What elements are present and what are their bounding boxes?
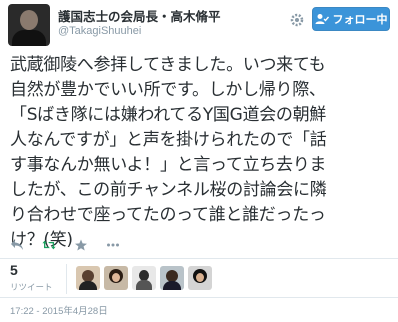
divider	[0, 258, 398, 259]
tweet-line: 自然が豊かでいい所です。しかし帰り際、	[10, 80, 326, 100]
divider	[0, 297, 398, 298]
tweet-header: 護国志士の会局長・高木脩平 @TakagiShuuhei フォロー中	[0, 0, 398, 48]
retweeter-avatars	[76, 266, 212, 290]
favorite-icon[interactable]	[74, 239, 88, 251]
user-check-icon	[315, 14, 329, 24]
retweeter-avatar[interactable]	[132, 266, 156, 290]
avatar[interactable]	[8, 4, 50, 46]
retweet-count-label: リツイート	[10, 283, 53, 293]
following-button[interactable]: フォロー中	[312, 7, 390, 31]
avatar-head	[20, 10, 38, 30]
tweet-line: り合わせで座ってたのって誰と誰だったっ	[10, 205, 326, 225]
display-name[interactable]: 護国志士の会局長・高木脩平	[58, 6, 221, 25]
tweet-text: 武蔵御陵へ参拝してきました。いつ来ても 自然が豊かでいい所です。しかし帰り際、 …	[10, 53, 395, 253]
more-icon[interactable]	[106, 239, 120, 251]
tweet-stats: 5 リツイート	[10, 262, 390, 298]
tweet-line: したが、この前チャンネル桜の討論会に隣	[10, 180, 327, 200]
retweeter-avatar[interactable]	[188, 266, 212, 290]
retweet-count[interactable]: 5	[10, 262, 18, 278]
following-button-label: フォロー中	[332, 13, 388, 26]
tweet-line: す事なんか無いよ！」と言って立ち去りま	[10, 155, 327, 175]
tweet-line: 武蔵御陵へ参拝してきました。いつ来ても	[10, 55, 326, 75]
retweeter-avatar[interactable]	[160, 266, 184, 290]
user-handle[interactable]: @TakagiShuuhei	[58, 25, 141, 37]
reply-icon[interactable]	[10, 239, 24, 251]
stats-separator	[66, 264, 67, 294]
retweet-icon[interactable]	[42, 239, 56, 251]
retweeter-avatar[interactable]	[104, 266, 128, 290]
avatar-body	[12, 30, 46, 46]
tweet-line: 「Sばき隊には嫌われてるY国G道会の朝鮮	[10, 105, 326, 125]
tweet-line: 人なんですが」と声を掛けられたので「話	[10, 130, 327, 150]
retweeter-avatar[interactable]	[76, 266, 100, 290]
tweet-actions	[10, 237, 120, 253]
gear-icon[interactable]	[289, 12, 305, 28]
tweet-timestamp[interactable]: 17:22 - 2015年4月28日	[10, 303, 108, 317]
